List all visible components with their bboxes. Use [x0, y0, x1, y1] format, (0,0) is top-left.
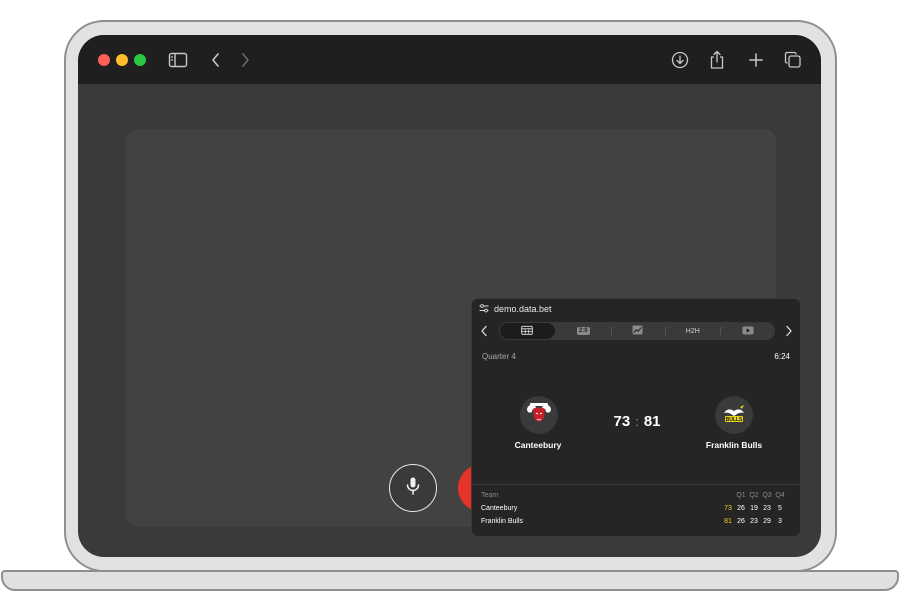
widget-title: demo.data.bet	[494, 304, 552, 314]
header-q4: Q4	[775, 492, 785, 499]
close-window-button[interactable]	[98, 54, 110, 66]
row-q2: 23	[750, 518, 758, 525]
tab-scoreboard[interactable]: 2:0	[556, 322, 611, 340]
table-row: Canteebury 73 26 19 23 5	[481, 502, 793, 515]
zoom-window-button[interactable]	[134, 54, 146, 66]
row-q2: 19	[750, 505, 758, 512]
rams-logo-icon	[527, 403, 551, 422]
row-q1: 26	[737, 518, 745, 525]
tab-calendar[interactable]	[500, 323, 555, 339]
scoreboard-icon: 2:0	[576, 327, 590, 335]
header-q2: Q2	[749, 492, 759, 499]
chevron-left-icon[interactable]	[476, 323, 492, 339]
widget-header: demo.data.bet	[472, 299, 800, 319]
table-header: Team Q1 Q2 Q3 Q4	[481, 489, 793, 502]
minimize-window-button[interactable]	[116, 54, 128, 66]
widget-tabs: 2:0 H2H	[499, 322, 775, 340]
tab-video[interactable]	[720, 322, 775, 340]
scoreboard-widget: demo.data.bet 2:0 H2H Quarter 4 6:24 Can…	[471, 298, 801, 537]
browser-toolbar	[78, 35, 821, 84]
video-play-icon	[742, 326, 754, 337]
stats-chart-icon	[632, 325, 643, 337]
away-score: 81	[643, 413, 661, 430]
header-team: Team	[481, 492, 499, 499]
mic-button[interactable]	[389, 464, 437, 512]
row-q3: 23	[763, 505, 771, 512]
home-team-logo	[520, 396, 558, 434]
forward-icon[interactable]	[233, 48, 257, 72]
match-score: 73:81	[587, 413, 687, 430]
bulls-logo-icon: BULLS	[724, 405, 744, 423]
game-clock: 6:24	[774, 352, 790, 361]
calendar-icon	[521, 325, 534, 337]
game-period: Quarter 4	[482, 352, 516, 361]
svg-text:BULLS: BULLS	[726, 417, 743, 423]
divider	[472, 484, 800, 485]
widget-tab-nav: 2:0 H2H	[472, 321, 800, 341]
score-separator: :	[635, 414, 639, 429]
share-icon[interactable]	[705, 48, 729, 72]
row-q1: 26	[737, 505, 745, 512]
header-q3: Q3	[762, 492, 772, 499]
quarter-score-table: Team Q1 Q2 Q3 Q4 Canteebury 73 26 19 23 …	[481, 489, 793, 528]
laptop-base	[1, 570, 899, 591]
row-team: Franklin Bulls	[481, 518, 524, 525]
header-q1: Q1	[736, 492, 746, 499]
mic-icon	[405, 476, 421, 501]
new-tab-icon[interactable]	[744, 48, 768, 72]
row-total: 73	[724, 505, 732, 512]
row-q3: 29	[763, 518, 771, 525]
table-row: Franklin Bulls 81 26 23 29 3	[481, 515, 793, 528]
row-q4: 3	[778, 518, 782, 525]
back-icon[interactable]	[204, 48, 228, 72]
home-score: 73	[613, 413, 631, 430]
download-icon[interactable]	[668, 48, 692, 72]
row-q4: 5	[778, 505, 782, 512]
row-team: Canteebury	[481, 505, 518, 512]
row-total: 81	[724, 518, 732, 525]
away-team-name: Franklin Bulls	[705, 440, 763, 450]
settings-sliders-icon[interactable]	[479, 303, 489, 315]
h2h-label: H2H	[685, 327, 700, 335]
tabs-overview-icon[interactable]	[781, 48, 805, 72]
tab-h2h[interactable]: H2H	[665, 322, 720, 340]
away-team-logo: BULLS	[715, 396, 753, 434]
chevron-right-icon[interactable]	[781, 323, 797, 339]
tab-stats[interactable]	[610, 322, 666, 340]
home-team-name: Canteebury	[514, 440, 562, 450]
sidebar-icon[interactable]	[166, 48, 190, 72]
